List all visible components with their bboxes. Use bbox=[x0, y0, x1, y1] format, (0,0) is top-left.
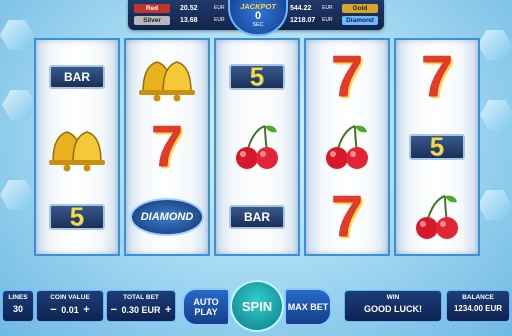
reel-3: 5 BAR bbox=[214, 38, 300, 256]
win-label: WIN bbox=[386, 294, 400, 301]
lines-value: 30 bbox=[12, 304, 23, 314]
symbol-bells bbox=[36, 112, 118, 182]
diamond-symbol: DIAMOND bbox=[130, 198, 204, 236]
jackpot-timer-value: 0 bbox=[254, 10, 262, 22]
five-symbol: 5 bbox=[229, 62, 285, 92]
cherries-icon bbox=[326, 125, 368, 169]
symbol-seven: 7 bbox=[126, 112, 208, 182]
jackpot-red-value: 20.52 bbox=[180, 5, 198, 12]
balance-label: BALANCE bbox=[462, 294, 494, 301]
five-symbol: 5 bbox=[49, 202, 105, 232]
total-bet-row: − 0.30 EUR + bbox=[107, 304, 175, 316]
jackpot-timer-unit: SEC bbox=[252, 22, 264, 28]
jackpot-silver-badge: Silver bbox=[134, 16, 170, 25]
symbol-cherries bbox=[306, 112, 388, 182]
cherries-icon bbox=[416, 195, 458, 239]
symbol-seven: 7 bbox=[396, 42, 478, 112]
jackpot-red-row: Red 20.52 EUR bbox=[134, 3, 228, 14]
symbol-cherries bbox=[396, 182, 478, 252]
symbol-bar: BAR bbox=[216, 182, 298, 252]
control-bar: LINES 30 COIN VALUE − 0.01 + TOTAL BET −… bbox=[0, 280, 512, 336]
lines-panel: LINES 30 bbox=[2, 290, 34, 322]
cherries-icon bbox=[236, 125, 278, 169]
lines-label: LINES bbox=[8, 294, 28, 301]
symbol-bells bbox=[126, 42, 208, 112]
symbol-seven: 7 bbox=[306, 42, 388, 112]
coin-minus-button[interactable]: − bbox=[48, 304, 58, 316]
jackpot-red-badge: Red bbox=[134, 4, 170, 13]
autoplay-button[interactable]: AUTO PLAY bbox=[182, 288, 230, 326]
max-bet-button[interactable]: MAX BET bbox=[284, 288, 332, 326]
coin-value-row: − 0.01 + bbox=[37, 304, 103, 316]
bar-symbol: BAR bbox=[49, 65, 105, 89]
symbol-cherries bbox=[216, 112, 298, 182]
win-value: GOOD LUCK! bbox=[364, 304, 422, 314]
bet-plus-button[interactable]: + bbox=[163, 304, 173, 316]
seven-symbol: 7 bbox=[330, 44, 364, 109]
bar-symbol: BAR bbox=[229, 205, 285, 229]
total-bet-label: TOTAL BET bbox=[123, 294, 159, 301]
bells-icon bbox=[49, 131, 105, 172]
jackpot-diamond-badge: Diamond bbox=[342, 16, 378, 25]
bells-icon bbox=[139, 61, 195, 102]
symbol-bar: BAR bbox=[36, 42, 118, 112]
symbol-five: 5 bbox=[396, 112, 478, 182]
spin-button[interactable]: SPIN bbox=[230, 280, 284, 332]
symbol-diamond: DIAMOND bbox=[126, 182, 208, 252]
jackpot-gold-value: 544.22 bbox=[290, 5, 312, 12]
total-bet-value: 0.30 EUR bbox=[121, 305, 161, 315]
seven-symbol: 7 bbox=[420, 44, 454, 109]
reel-2: 7 DIAMOND bbox=[124, 38, 210, 256]
coin-value: 0.01 bbox=[61, 305, 79, 315]
jackpot-diamond-currency: EUR bbox=[322, 17, 333, 23]
bet-minus-button[interactable]: − bbox=[109, 304, 119, 316]
five-symbol: 5 bbox=[409, 132, 465, 162]
symbol-five: 5 bbox=[216, 42, 298, 112]
reel-1: BAR 5 bbox=[34, 38, 120, 256]
reel-area: BAR 5 7 DIAMOND 5 BAR 7 7 7 5 bbox=[34, 38, 480, 256]
jackpot-gold-row: 544.22 EUR Gold bbox=[290, 3, 380, 14]
jackpot-diamond-row: 1218.07 EUR Diamond bbox=[290, 15, 380, 26]
jackpot-silver-currency: EUR bbox=[214, 17, 225, 23]
seven-symbol: 7 bbox=[150, 114, 184, 179]
jackpot-silver-value: 13.68 bbox=[180, 17, 198, 24]
jackpot-diamond-value: 1218.07 bbox=[290, 17, 316, 24]
total-bet-panel: TOTAL BET − 0.30 EUR + bbox=[106, 290, 176, 322]
balance-panel: BALANCE 1234.00 EUR bbox=[446, 290, 510, 322]
coin-value-label: COIN VALUE bbox=[50, 294, 90, 301]
jackpot-red-currency: EUR bbox=[214, 5, 225, 11]
reel-5: 7 5 bbox=[394, 38, 480, 256]
seven-symbol: 7 bbox=[330, 184, 364, 249]
jackpot-gold-badge: Gold bbox=[342, 4, 378, 13]
symbol-five: 5 bbox=[36, 182, 118, 252]
reel-4: 7 7 bbox=[304, 38, 390, 256]
coin-value-panel: COIN VALUE − 0.01 + bbox=[36, 290, 104, 322]
jackpot-gold-currency: EUR bbox=[322, 5, 333, 11]
jackpot-silver-row: Silver 13.68 EUR bbox=[134, 15, 228, 26]
balance-value: 1234.00 EUR bbox=[453, 304, 503, 313]
win-panel: WIN GOOD LUCK! bbox=[344, 290, 442, 322]
symbol-seven: 7 bbox=[306, 182, 388, 252]
coin-plus-button[interactable]: + bbox=[81, 304, 91, 316]
